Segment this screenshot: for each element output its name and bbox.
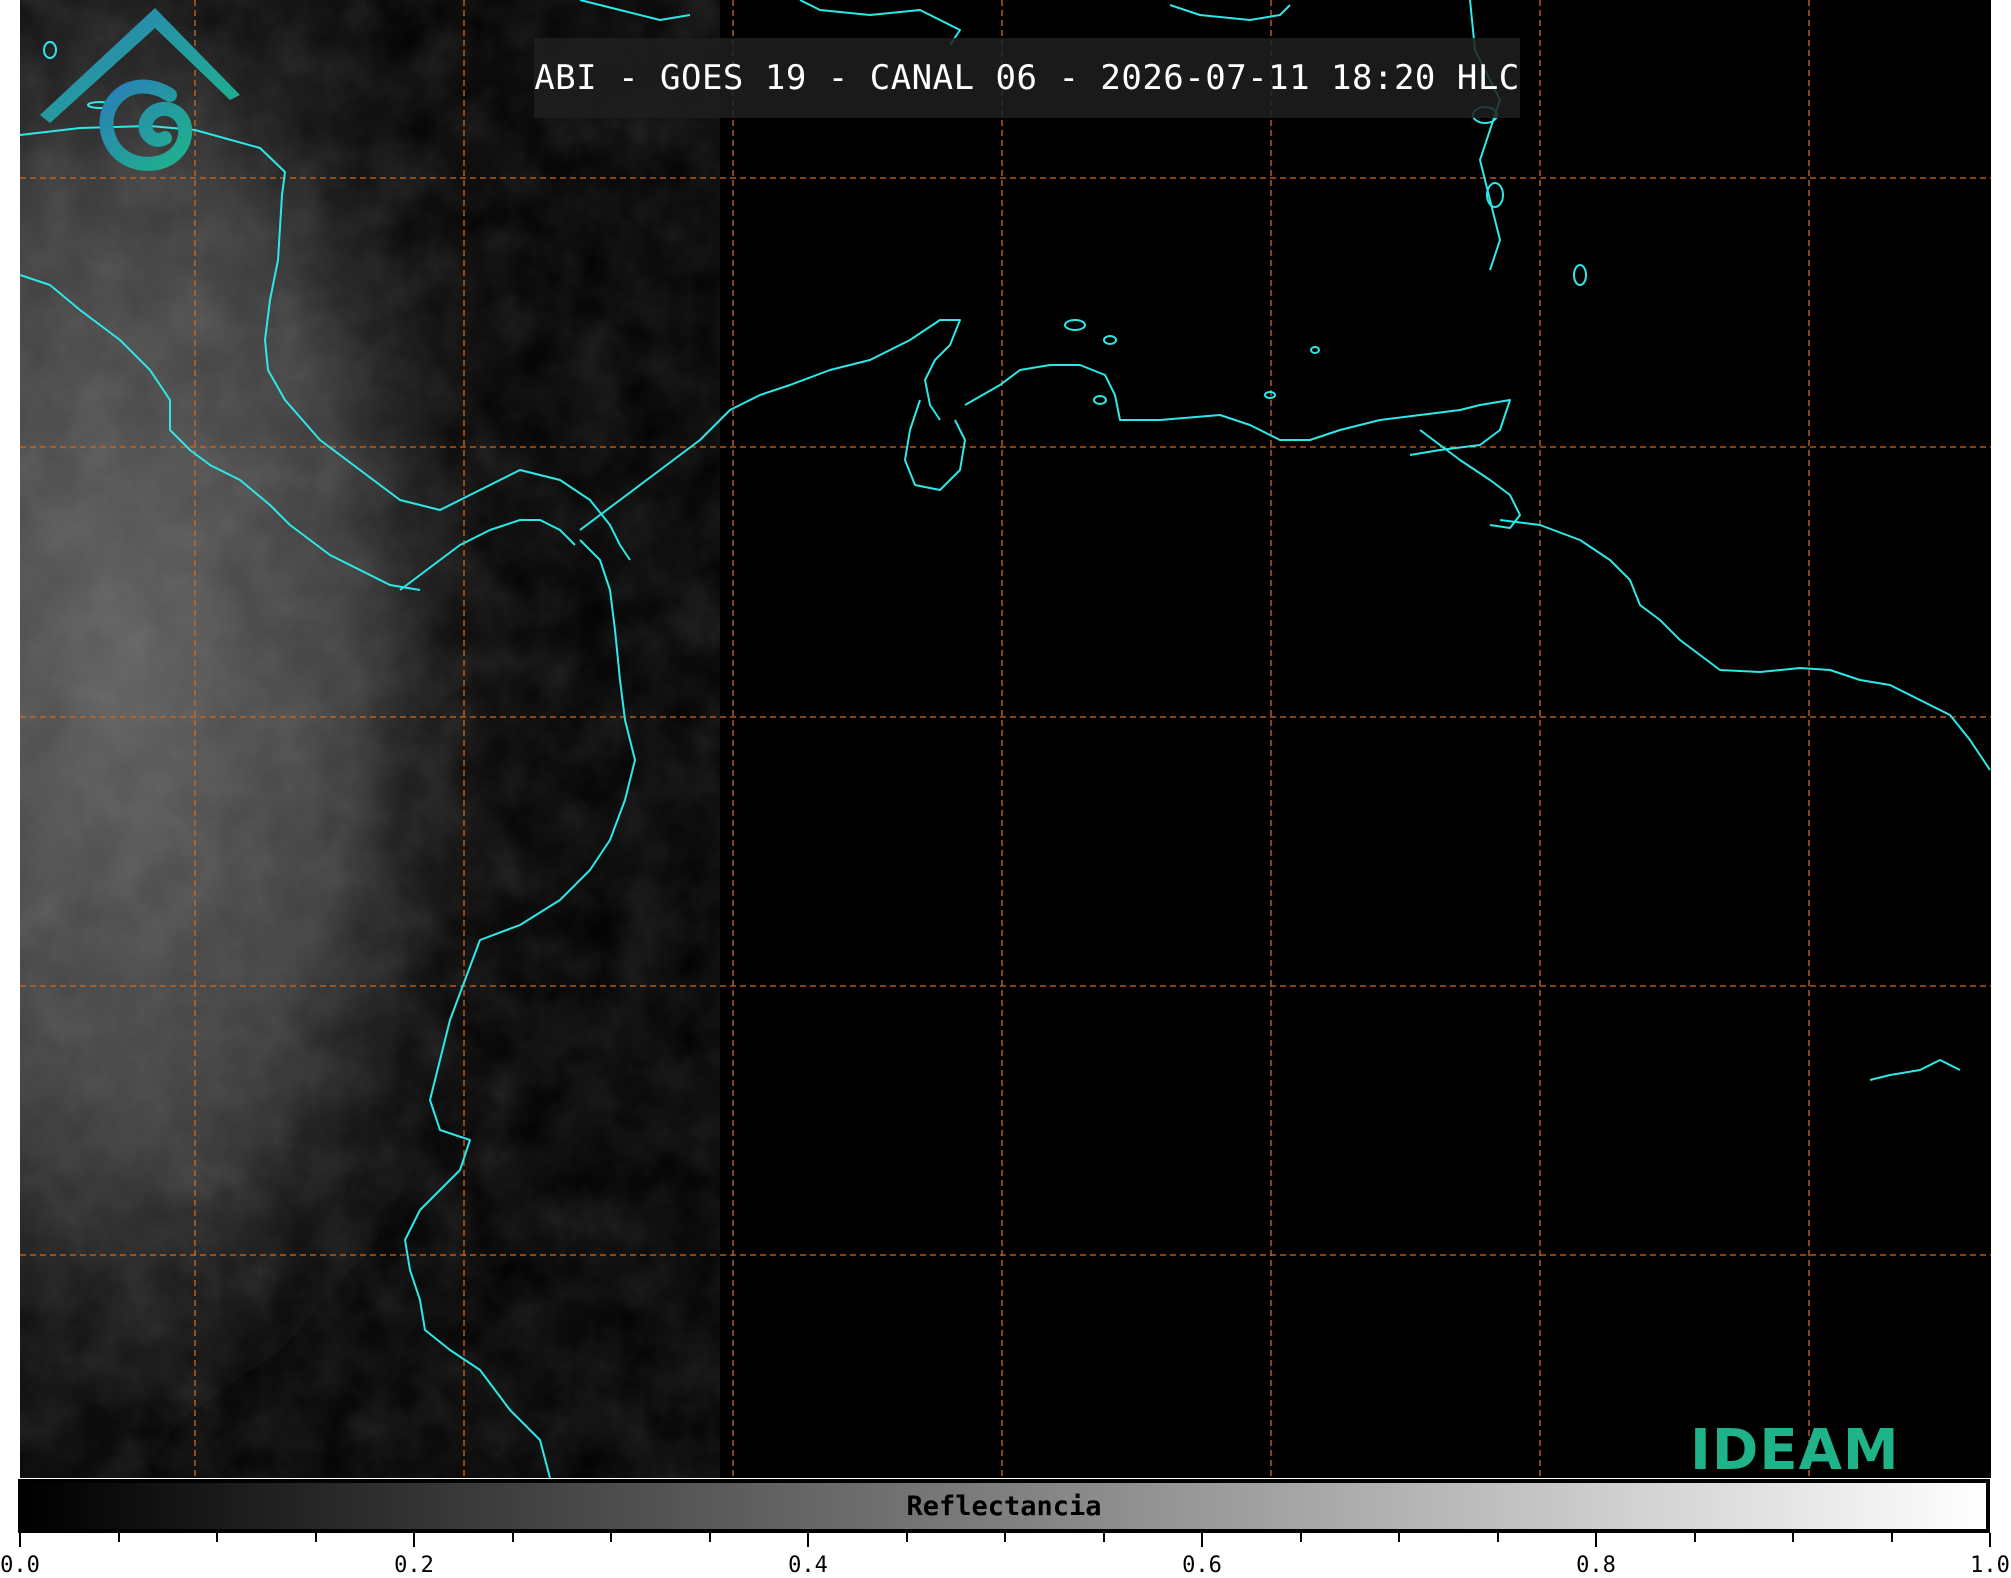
title-banner: ABI - GOES 19 - CANAL 06 - 2026-07-11 18…	[534, 38, 1520, 118]
satellite-map[interactable]: ABI - GOES 19 - CANAL 06 - 2026-07-11 18…	[20, 0, 1991, 1478]
colorbar-tick-mark	[413, 1533, 415, 1547]
colorbar-tick-mark	[1890, 1533, 1893, 1542]
colorbar-tick-mark	[1398, 1533, 1400, 1542]
colorbar-label: Reflectancia	[906, 1490, 1102, 1522]
map-title: ABI - GOES 19 - CANAL 06 - 2026-07-11 18…	[534, 58, 1520, 98]
colorbar-tick-mark	[216, 1533, 218, 1542]
colorbar-tick-mark	[807, 1533, 809, 1547]
colorbar-tick-mark	[314, 1533, 317, 1542]
colorbar-ticks: 0.0 0.2 0.4 0.6 0.8 1.0	[0, 1533, 2011, 1578]
colorbar-tick-mark	[905, 1533, 908, 1542]
ideam-logo-icon	[40, 8, 240, 171]
colorbar-tick-mark	[1201, 1533, 1203, 1547]
colorbar-tick-mark	[19, 1533, 21, 1547]
map-canvas	[20, 0, 1991, 1478]
colorbar-tick-mark	[1102, 1533, 1105, 1542]
colorbar-tick-mark	[1496, 1533, 1499, 1542]
colorbar-tick-label: 0.2	[394, 1553, 434, 1578]
colorbar-tick-mark	[610, 1533, 612, 1542]
colorbar-tick-mark	[1792, 1533, 1794, 1542]
colorbar-tick-mark	[1989, 1533, 1991, 1547]
colorbar-tick-mark	[511, 1533, 514, 1542]
colorbar-tick-label: 0.8	[1576, 1553, 1616, 1578]
colorbar: Reflectancia	[18, 1479, 1990, 1533]
colorbar-tick-label: 1.0	[1970, 1553, 2010, 1578]
colorbar-tick-label: 0.4	[788, 1553, 828, 1578]
colorbar-tick-mark	[1595, 1533, 1597, 1547]
colorbar-tick-mark	[1004, 1533, 1006, 1542]
colorbar-tick-label: 0.0	[0, 1553, 40, 1578]
colorbar-tick-mark	[117, 1533, 120, 1542]
ideam-logo-text: IDEAM	[1690, 1418, 1900, 1483]
colorbar-tick-mark	[1299, 1533, 1302, 1542]
colorbar-tick-mark	[708, 1533, 711, 1542]
colorbar-tick-label: 0.6	[1182, 1553, 1222, 1578]
colorbar-tick-mark	[1693, 1533, 1696, 1542]
